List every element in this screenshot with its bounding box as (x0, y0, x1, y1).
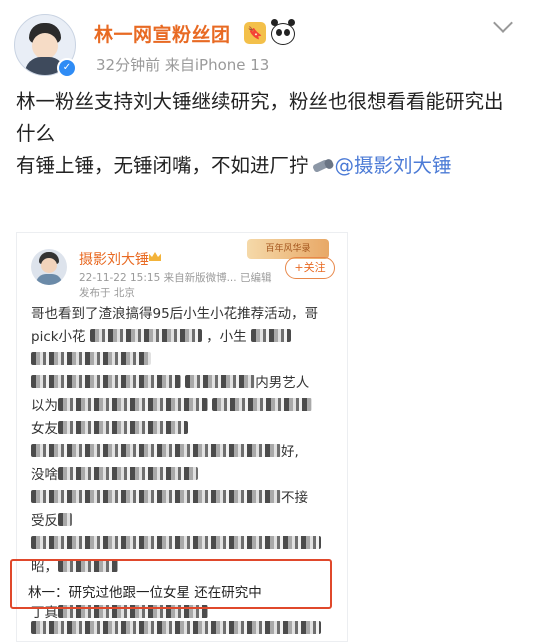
post-meta: 32分钟前 来自iPhone 13 (96, 56, 270, 74)
card-line-bottom (31, 618, 331, 638)
screwdriver-emoji-icon (311, 159, 333, 173)
card-stamp: 百年风华录 (247, 239, 329, 259)
card-username[interactable]: 摄影刘大锤 (79, 249, 149, 269)
card-line: 以为 (31, 395, 335, 418)
card-line: 受反 (31, 510, 335, 533)
card-line (31, 533, 335, 556)
follow-button[interactable]: +关注 (285, 257, 335, 279)
card-line: 没啥 (31, 464, 335, 487)
panda-icon (270, 19, 295, 45)
card-location: 发布于 北京 (79, 287, 135, 299)
card-line: 哥也看到了渣浪搞得95后小生小花推荐活动，哥 (31, 306, 319, 322)
chevron-down-icon[interactable] (493, 13, 513, 33)
post-header: ✓ 林一网宣粉丝团 🔖 32分钟前 来自iPhone 13 (0, 0, 534, 86)
fan-badge-icon: 🔖 (244, 22, 266, 44)
post-line-1: 林一粉丝支持刘大锤继续研究，粉丝也很想看看能研究出什么 (16, 90, 504, 145)
card-time: 22-11-22 15:15 来自新版微博... 已编辑 (79, 272, 272, 284)
card-line: 内男艺人 (31, 372, 335, 395)
avatar-face (32, 33, 58, 59)
highlighted-quote: 林一：研究过他跟一位女星 还在研究中 (28, 585, 262, 601)
post-body: 林一粉丝支持刘大锤继续研究，粉丝也很想看看能研究出什么 有锤上锤，无锤闭嘴，不如… (16, 86, 520, 182)
card-line: pick小花 ，小生 (31, 326, 335, 349)
username[interactable]: 林一网宣粉丝团 (94, 20, 231, 47)
card-line: 不接 (31, 487, 335, 510)
card-line: 好, (31, 441, 335, 464)
mention-link[interactable]: @摄影刘大锤 (335, 154, 452, 177)
card-line: 女友 (31, 418, 335, 441)
card-line (31, 349, 335, 372)
verified-icon: ✓ (57, 58, 77, 78)
post-line-2: 有锤上锤，无锤闭嘴，不如进厂拧 @摄影刘大锤 (16, 150, 520, 182)
post-line-2-text: 有锤上锤，无锤闭嘴，不如进厂拧 (16, 154, 309, 177)
card-avatar[interactable] (31, 249, 67, 285)
crown-icon (149, 252, 161, 261)
